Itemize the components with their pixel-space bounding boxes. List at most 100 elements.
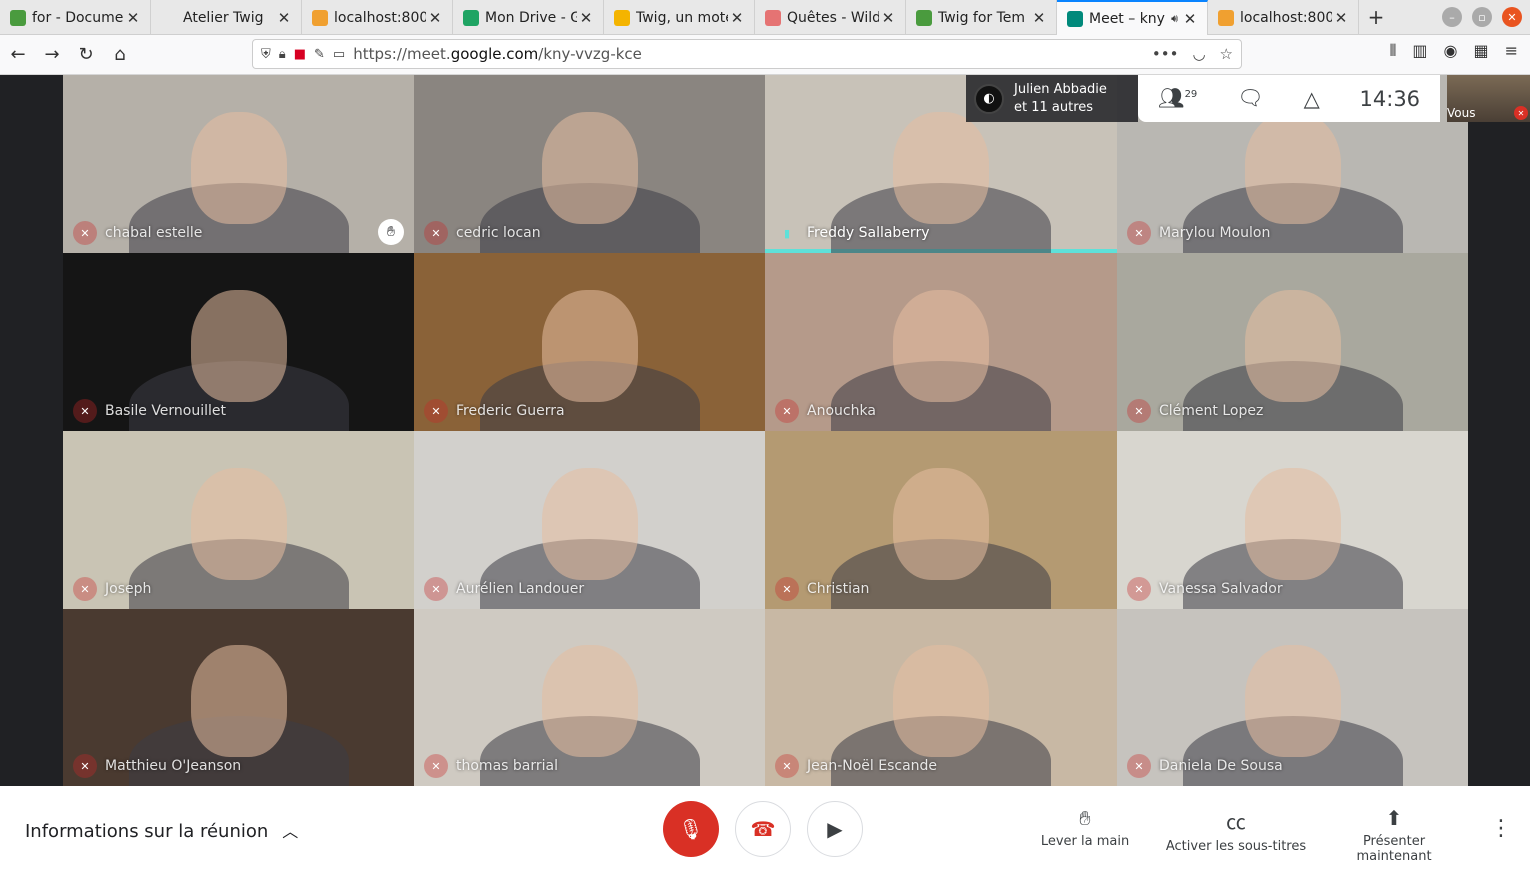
- none: [161, 9, 177, 26]
- self-view[interactable]: Vous ✕: [1447, 75, 1530, 122]
- window-controls: – ▫ ✕: [1442, 7, 1522, 27]
- maximize-icon[interactable]: ▫: [1472, 7, 1492, 27]
- participant-video-face: [1244, 467, 1341, 580]
- participant-video-face: [190, 467, 287, 580]
- present-now-label: Présenter maintenant: [1356, 834, 1432, 864]
- minimize-icon[interactable]: –: [1442, 7, 1462, 27]
- chevron-up-icon: ︿: [282, 822, 299, 841]
- leave-call-button[interactable]: ☎︎: [735, 801, 791, 857]
- raise-hand-button[interactable]: ✋︎ Lever la main: [1040, 806, 1130, 849]
- tab-close-icon[interactable]: ✕: [1181, 10, 1199, 28]
- participant-tile[interactable]: ✕ Vanessa Salvador: [1117, 431, 1468, 609]
- slides-icon: [614, 9, 630, 26]
- present-now-button[interactable]: ⬆︎ Présenter maintenant: [1324, 806, 1464, 864]
- participant-tile[interactable]: ✕ chabal estelle ✋︎: [63, 75, 414, 253]
- url-bar[interactable]: ⛨ 🔒︎ ■ ✎ ▭ https://meet.google.com/kny-v…: [252, 39, 1242, 69]
- tab-close-icon[interactable]: ✕: [426, 9, 444, 27]
- tab-close-icon[interactable]: ✕: [577, 9, 595, 27]
- tab-close-icon[interactable]: ✕: [1332, 9, 1350, 27]
- menu-icon[interactable]: ≡: [1505, 41, 1518, 61]
- tab-audio-icon[interactable]: 🔊︎: [1171, 12, 1178, 26]
- meeting-clock: 14:36: [1359, 86, 1421, 111]
- participant-tile[interactable]: ✕ Christian: [765, 431, 1117, 609]
- new-tab-icon[interactable]: +: [1359, 0, 1393, 34]
- participant-tile[interactable]: ✕ cedric locan: [414, 75, 765, 253]
- muted-mic-icon: ✕: [73, 399, 97, 423]
- meeting-top-bar: 👥︎29 🗨︎ △ 14:36: [1138, 75, 1440, 122]
- muted-mic-icon: ✕: [775, 577, 799, 601]
- sidebar-icon[interactable]: ▥: [1412, 41, 1427, 61]
- tab-close-icon[interactable]: ✕: [1030, 9, 1048, 27]
- meeting-info-button[interactable]: Informations sur la réunion ︿: [25, 818, 298, 842]
- participant-video-face: [1244, 645, 1341, 758]
- lock-icon[interactable]: 🔒︎: [279, 47, 286, 62]
- close-window-icon[interactable]: ✕: [1502, 7, 1522, 27]
- tab-title: Mon Drive - G: [485, 9, 577, 26]
- presenter-indicator[interactable]: ◐ Julien Abbadie et 11 autres: [966, 75, 1138, 122]
- browser-tab[interactable]: localhost:800 ✕: [1208, 0, 1359, 35]
- participant-video-face: [893, 289, 989, 402]
- chat-icon[interactable]: 🗨︎: [1237, 86, 1264, 111]
- muted-mic-icon: ✕: [73, 577, 97, 601]
- participant-tile[interactable]: ✕ Joseph: [63, 431, 414, 609]
- url-text[interactable]: https://meet.google.com/kny-vvzg-kce: [353, 45, 642, 63]
- browser-tab[interactable]: Twig, un mote ✕: [604, 0, 755, 35]
- browser-tab[interactable]: Quêtes - Wild ✕: [755, 0, 906, 35]
- participant-tile[interactable]: ✕ Jean-Noël Escande: [765, 609, 1117, 786]
- tab-title: Meet – kny: [1089, 10, 1165, 27]
- extensions-icon[interactable]: ▦: [1473, 41, 1488, 61]
- account-icon[interactable]: ◉: [1444, 41, 1458, 61]
- participant-name: Freddy Sallaberry: [807, 225, 930, 241]
- participant-tile[interactable]: ✕ Daniela De Sousa: [1117, 609, 1468, 786]
- participant-tile[interactable]: ✕ Clément Lopez: [1117, 253, 1468, 431]
- tab-title: Quêtes - Wild: [787, 9, 879, 26]
- back-icon[interactable]: ←: [2, 39, 34, 71]
- bookmark-star-icon[interactable]: ☆: [1220, 45, 1233, 63]
- participant-tile[interactable]: ✕ Frederic Guerra: [414, 253, 765, 431]
- muted-mic-icon: ✕: [775, 399, 799, 423]
- browser-tab[interactable]: for - Documer ✕: [0, 0, 151, 35]
- microphone-permission-icon[interactable]: ✎: [314, 47, 325, 62]
- activities-icon[interactable]: △: [1304, 87, 1320, 111]
- tab-close-icon[interactable]: ✕: [879, 9, 897, 27]
- browser-tab[interactable]: Meet – kny 🔊︎ ✕: [1057, 0, 1208, 35]
- reload-icon[interactable]: ↻: [70, 39, 102, 71]
- more-options-icon[interactable]: ⋮: [1490, 816, 1512, 841]
- library-icon[interactable]: ⫴: [1390, 41, 1397, 61]
- google-drive-icon: [463, 9, 479, 26]
- browser-tab[interactable]: Mon Drive - G ✕: [453, 0, 604, 35]
- tab-close-icon[interactable]: ✕: [728, 9, 746, 27]
- shield-icon[interactable]: ⛨: [261, 47, 271, 62]
- participant-tile[interactable]: ✕ thomas barrial: [414, 609, 765, 786]
- tab-title: for - Documer: [32, 9, 124, 26]
- tab-close-icon[interactable]: ✕: [275, 9, 293, 27]
- camera-permission-icon[interactable]: ■: [294, 47, 306, 62]
- home-icon[interactable]: ⌂: [104, 39, 136, 71]
- participants-button[interactable]: 👥︎29: [1158, 86, 1197, 111]
- muted-mic-icon: ✕: [424, 221, 448, 245]
- participant-video-face: [190, 289, 287, 402]
- browser-tab[interactable]: localhost:800 ✕: [302, 0, 453, 35]
- page-actions-icon[interactable]: •••: [1152, 45, 1179, 63]
- participant-tile[interactable]: ✕ Anouchka: [765, 253, 1117, 431]
- browser-tab[interactable]: Atelier Twig ✕: [151, 0, 302, 35]
- captions-button[interactable]: ㏄ Activer les sous-titres: [1162, 806, 1310, 854]
- participant-name: Joseph: [105, 581, 152, 597]
- camera-toggle-button[interactable]: ▶︎: [807, 801, 863, 857]
- pocket-icon[interactable]: ◡: [1192, 45, 1205, 63]
- participant-name: Jean-Noël Escande: [807, 758, 938, 774]
- participant-video-face: [893, 467, 989, 580]
- participant-tile[interactable]: ✕ Matthieu O'Jeanson: [63, 609, 414, 786]
- browser-tab[interactable]: Twig for Tem ✕: [906, 0, 1057, 35]
- participant-tile[interactable]: ✕ Basile Vernouillet: [63, 253, 414, 431]
- notification-permission-icon[interactable]: ▭: [333, 47, 345, 62]
- browser-tab-strip: for - Documer ✕ Atelier Twig ✕ localhost:800…: [0, 0, 1530, 35]
- participant-video-face: [893, 645, 989, 758]
- self-label: Vous: [1447, 106, 1476, 120]
- tab-close-icon[interactable]: ✕: [124, 9, 142, 27]
- forward-icon[interactable]: →: [36, 39, 68, 71]
- raise-hand-label: Lever la main: [1040, 834, 1130, 849]
- participant-tile[interactable]: ✕ Aurélien Landouer: [414, 431, 765, 609]
- closed-captions-icon: ㏄: [1226, 810, 1246, 834]
- microphone-toggle-button[interactable]: 🎙︎: [663, 801, 719, 857]
